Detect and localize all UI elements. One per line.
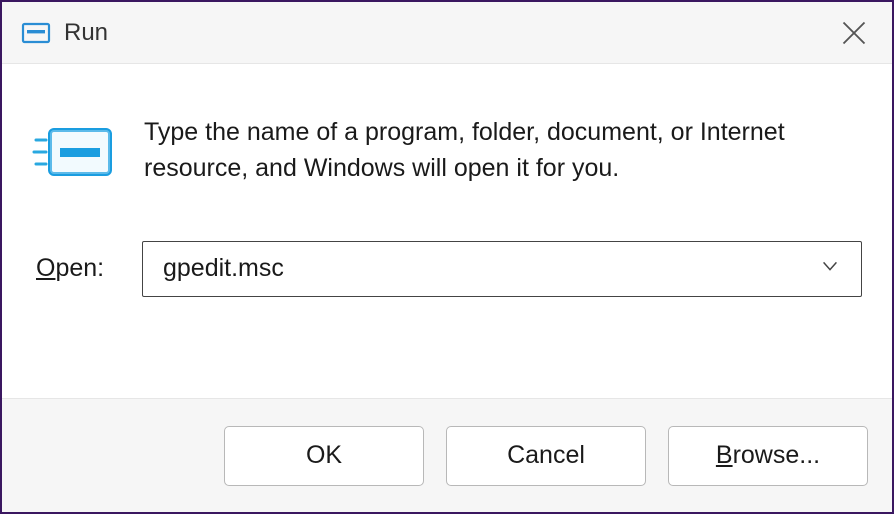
open-combobox[interactable]: gpedit.msc bbox=[142, 241, 862, 297]
run-icon bbox=[20, 17, 52, 49]
open-input-value: gpedit.msc bbox=[163, 254, 819, 283]
close-button[interactable] bbox=[840, 19, 868, 47]
close-icon bbox=[840, 19, 868, 47]
titlebar: Run bbox=[2, 2, 892, 64]
description-row: Type the name of a program, folder, docu… bbox=[32, 114, 862, 187]
description-text: Type the name of a program, folder, docu… bbox=[144, 114, 844, 187]
chevron-down-icon bbox=[819, 255, 841, 282]
run-large-icon bbox=[32, 122, 116, 182]
window-title: Run bbox=[64, 19, 108, 47]
button-row: OK Cancel Browse... bbox=[2, 398, 892, 512]
cancel-button[interactable]: Cancel bbox=[446, 426, 646, 486]
ok-button[interactable]: OK bbox=[224, 426, 424, 486]
open-row: Open: gpedit.msc bbox=[32, 241, 862, 297]
open-label: Open: bbox=[36, 254, 116, 283]
browse-button[interactable]: Browse... bbox=[668, 426, 868, 486]
content-area: Type the name of a program, folder, docu… bbox=[2, 64, 892, 297]
